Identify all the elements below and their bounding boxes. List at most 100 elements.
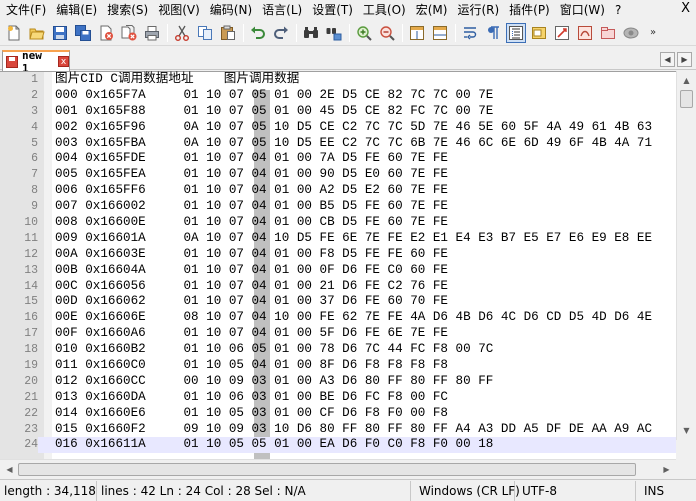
code-line[interactable]: 23 015 0x1660F2 09 10 09 03 10 D6 80 FF 8…: [0, 422, 676, 438]
line-text[interactable]: 005 0x165FEA 01 10 07 04 01 00 90 D5 E0 …: [55, 167, 448, 183]
new-file-icon[interactable]: [4, 23, 24, 43]
save-icon[interactable]: [50, 23, 70, 43]
line-text[interactable]: 010 0x1660B2 01 10 06 05 01 00 78 D6 7C …: [55, 342, 493, 358]
redo-icon[interactable]: [271, 23, 291, 43]
folder-workspace-icon[interactable]: [575, 23, 595, 43]
code-line[interactable]: 7 005 0x165FEA 01 10 07 04 01 00 90 D5 E0…: [0, 167, 676, 183]
scroll-up-icon[interactable]: ▲: [679, 73, 694, 88]
code-line[interactable]: 16 00E 0x16606E 08 10 07 04 10 00 FE 62 7…: [0, 310, 676, 326]
line-text[interactable]: 009 0x16601A 0A 10 07 04 10 D5 FE 6E 7E …: [55, 231, 652, 247]
code-line[interactable]: 21 013 0x1660DA 01 10 06 03 01 00 BE D6 F…: [0, 390, 676, 406]
scroll-down-icon[interactable]: ▼: [679, 423, 694, 438]
menu-run[interactable]: 运行(R): [452, 0, 504, 20]
toolbar-overflow-icon[interactable]: »: [650, 27, 656, 38]
tab-new-1[interactable]: new 1 x: [2, 49, 70, 75]
copy-icon[interactable]: [195, 23, 215, 43]
close-all-icon[interactable]: [119, 23, 139, 43]
tab-scroll-right-icon[interactable]: ▶: [677, 52, 692, 67]
menu-language[interactable]: 语言(L): [257, 0, 307, 20]
line-text[interactable]: 00E 0x16606E 08 10 07 04 10 00 FE 62 7E …: [55, 310, 652, 326]
close-icon[interactable]: [96, 23, 116, 43]
code-line[interactable]: 15 00D 0x166062 01 10 07 04 01 00 37 D6 F…: [0, 294, 676, 310]
code-line[interactable]: 13 00B 0x16604A 01 10 07 04 01 00 0F D6 F…: [0, 263, 676, 279]
line-text[interactable]: 011 0x1660C0 01 10 05 04 01 00 8F D6 F8 …: [55, 358, 448, 374]
line-text[interactable]: 00A 0x16603E 01 10 07 04 01 00 F8 D5 FE …: [55, 247, 448, 263]
horizontal-scroll-thumb[interactable]: [18, 463, 636, 476]
code-line[interactable]: 8 006 0x165FF6 01 10 07 04 01 00 A2 D5 E2…: [0, 183, 676, 199]
word-wrap-icon[interactable]: [460, 23, 480, 43]
line-text[interactable]: 00B 0x16604A 01 10 07 04 01 00 0F D6 FE …: [55, 263, 448, 279]
sync-horizontal-icon[interactable]: [430, 23, 450, 43]
line-text[interactable]: 图片CID C调用数据地址 图片调用数据: [55, 72, 299, 88]
line-text[interactable]: 004 0x165FDE 01 10 07 04 01 00 7A D5 FE …: [55, 151, 448, 167]
line-text[interactable]: 007 0x166002 01 10 07 04 01 00 B5 D5 FE …: [55, 199, 448, 215]
indent-guide-icon[interactable]: [506, 22, 526, 43]
document-map-icon[interactable]: [529, 23, 549, 43]
code-line[interactable]: 5 003 0x165FBA 0A 10 07 05 10 D5 EE C2 7C…: [0, 136, 676, 152]
vertical-scrollbar[interactable]: ▲ ▼: [676, 71, 696, 440]
zoom-in-icon[interactable]: [354, 23, 374, 43]
replace-icon[interactable]: [324, 23, 344, 43]
line-text[interactable]: 013 0x1660DA 01 10 06 03 01 00 BE D6 FC …: [55, 390, 448, 406]
menu-search[interactable]: 搜索(S): [102, 0, 153, 20]
editor-area[interactable]: 1 图片CID C调用数据地址 图片调用数据 2 000 0x165F7A 01 10…: [0, 71, 696, 460]
code-line[interactable]: 22 014 0x1660E6 01 10 05 03 01 00 CF D6 F…: [0, 406, 676, 422]
code-line[interactable]: 12 00A 0x16603E 01 10 07 04 01 00 F8 D5 F…: [0, 247, 676, 263]
scroll-right-icon[interactable]: ▶: [659, 462, 674, 477]
menu-help[interactable]: ?: [610, 0, 626, 20]
sync-vertical-icon[interactable]: [407, 23, 427, 43]
line-text[interactable]: 003 0x165FBA 0A 10 07 05 10 D5 EE C2 7C …: [55, 136, 652, 152]
menu-encoding[interactable]: 编码(N): [205, 0, 257, 20]
status-line-ending[interactable]: Windows (CR LF): [411, 480, 520, 501]
line-text[interactable]: 00D 0x166062 01 10 07 04 01 00 37 D6 FE …: [55, 294, 448, 310]
code-line[interactable]: 9 007 0x166002 01 10 07 04 01 00 B5 D5 FE…: [0, 199, 676, 215]
menu-window[interactable]: 窗口(W): [555, 0, 610, 20]
menu-macro[interactable]: 宏(M): [411, 0, 453, 20]
menu-view[interactable]: 视图(V): [153, 0, 205, 20]
record-macro-icon[interactable]: [621, 23, 641, 43]
scroll-left-icon[interactable]: ◀: [2, 462, 17, 477]
undo-icon[interactable]: [248, 23, 268, 43]
panel-icon[interactable]: [598, 23, 618, 43]
line-text[interactable]: 016 0x16611A 01 10 05 05 01 00 EA D6 F0 …: [55, 437, 493, 453]
code-line[interactable]: 1 图片CID C调用数据地址 图片调用数据: [0, 72, 676, 88]
menu-file[interactable]: 文件(F): [0, 0, 51, 20]
line-text[interactable]: 008 0x16600E 01 10 07 04 01 00 CB D5 FE …: [55, 215, 448, 231]
code-line[interactable]: 18 010 0x1660B2 01 10 06 05 01 00 78 D6 7…: [0, 342, 676, 358]
code-line[interactable]: 14 00C 0x166056 01 10 07 04 01 00 21 D6 F…: [0, 279, 676, 295]
code-line[interactable]: 11 009 0x16601A 0A 10 07 04 10 D5 FE 6E 7…: [0, 231, 676, 247]
code-line[interactable]: 3 001 0x165F88 01 10 07 05 01 00 45 D5 CE…: [0, 104, 676, 120]
code-line[interactable]: 2 000 0x165F7A 01 10 07 05 01 00 2E D5 CE…: [0, 88, 676, 104]
print-icon[interactable]: [142, 23, 162, 43]
save-all-icon[interactable]: [73, 23, 93, 43]
line-text[interactable]: 000 0x165F7A 01 10 07 05 01 00 2E D5 CE …: [55, 88, 493, 104]
status-insert-mode[interactable]: INS: [636, 481, 696, 501]
tab-scroll-left-icon[interactable]: ◀: [660, 52, 675, 67]
zoom-out-icon[interactable]: [377, 23, 397, 43]
status-encoding[interactable]: UTF-8: [515, 480, 636, 501]
open-file-icon[interactable]: [27, 23, 47, 43]
code-line[interactable]: 17 00F 0x1660A6 01 10 07 04 01 00 5F D6 F…: [0, 326, 676, 342]
code-line[interactable]: 6 004 0x165FDE 01 10 07 04 01 00 7A D5 FE…: [0, 151, 676, 167]
paste-icon[interactable]: [218, 23, 238, 43]
line-text[interactable]: 012 0x1660CC 00 10 09 03 01 00 A3 D6 80 …: [55, 374, 493, 390]
show-all-chars-icon[interactable]: [483, 23, 503, 43]
find-icon[interactable]: [301, 23, 321, 43]
close-document-button[interactable]: X: [681, 1, 690, 16]
line-text[interactable]: 00C 0x166056 01 10 07 04 01 00 21 D6 FE …: [55, 279, 448, 295]
cut-icon[interactable]: [172, 23, 192, 43]
menu-edit[interactable]: 编辑(E): [51, 0, 102, 20]
line-text[interactable]: 002 0x165F96 0A 10 07 05 10 D5 CE C2 7C …: [55, 120, 652, 136]
code-line[interactable]: 20 012 0x1660CC 00 10 09 03 01 00 A3 D6 8…: [0, 374, 676, 390]
line-text[interactable]: 006 0x165FF6 01 10 07 04 01 00 A2 D5 E2 …: [55, 183, 448, 199]
code-line[interactable]: 19 011 0x1660C0 01 10 05 04 01 00 8F D6 F…: [0, 358, 676, 374]
tab-close-icon[interactable]: x: [58, 56, 69, 67]
horizontal-scrollbar[interactable]: ◀ ▶: [0, 459, 676, 478]
code-line[interactable]: 4 002 0x165F96 0A 10 07 05 10 D5 CE C2 7C…: [0, 120, 676, 136]
line-text[interactable]: 015 0x1660F2 09 10 09 03 10 D6 80 FF 80 …: [55, 422, 652, 438]
line-text[interactable]: 00F 0x1660A6 01 10 07 04 01 00 5F D6 FE …: [55, 326, 448, 342]
vertical-scroll-thumb[interactable]: [680, 90, 693, 108]
line-text[interactable]: 014 0x1660E6 01 10 05 03 01 00 CF D6 F8 …: [55, 406, 448, 422]
code-line[interactable]: 10 008 0x16600E 01 10 07 04 01 00 CB D5 F…: [0, 215, 676, 231]
function-list-icon[interactable]: [552, 23, 572, 43]
